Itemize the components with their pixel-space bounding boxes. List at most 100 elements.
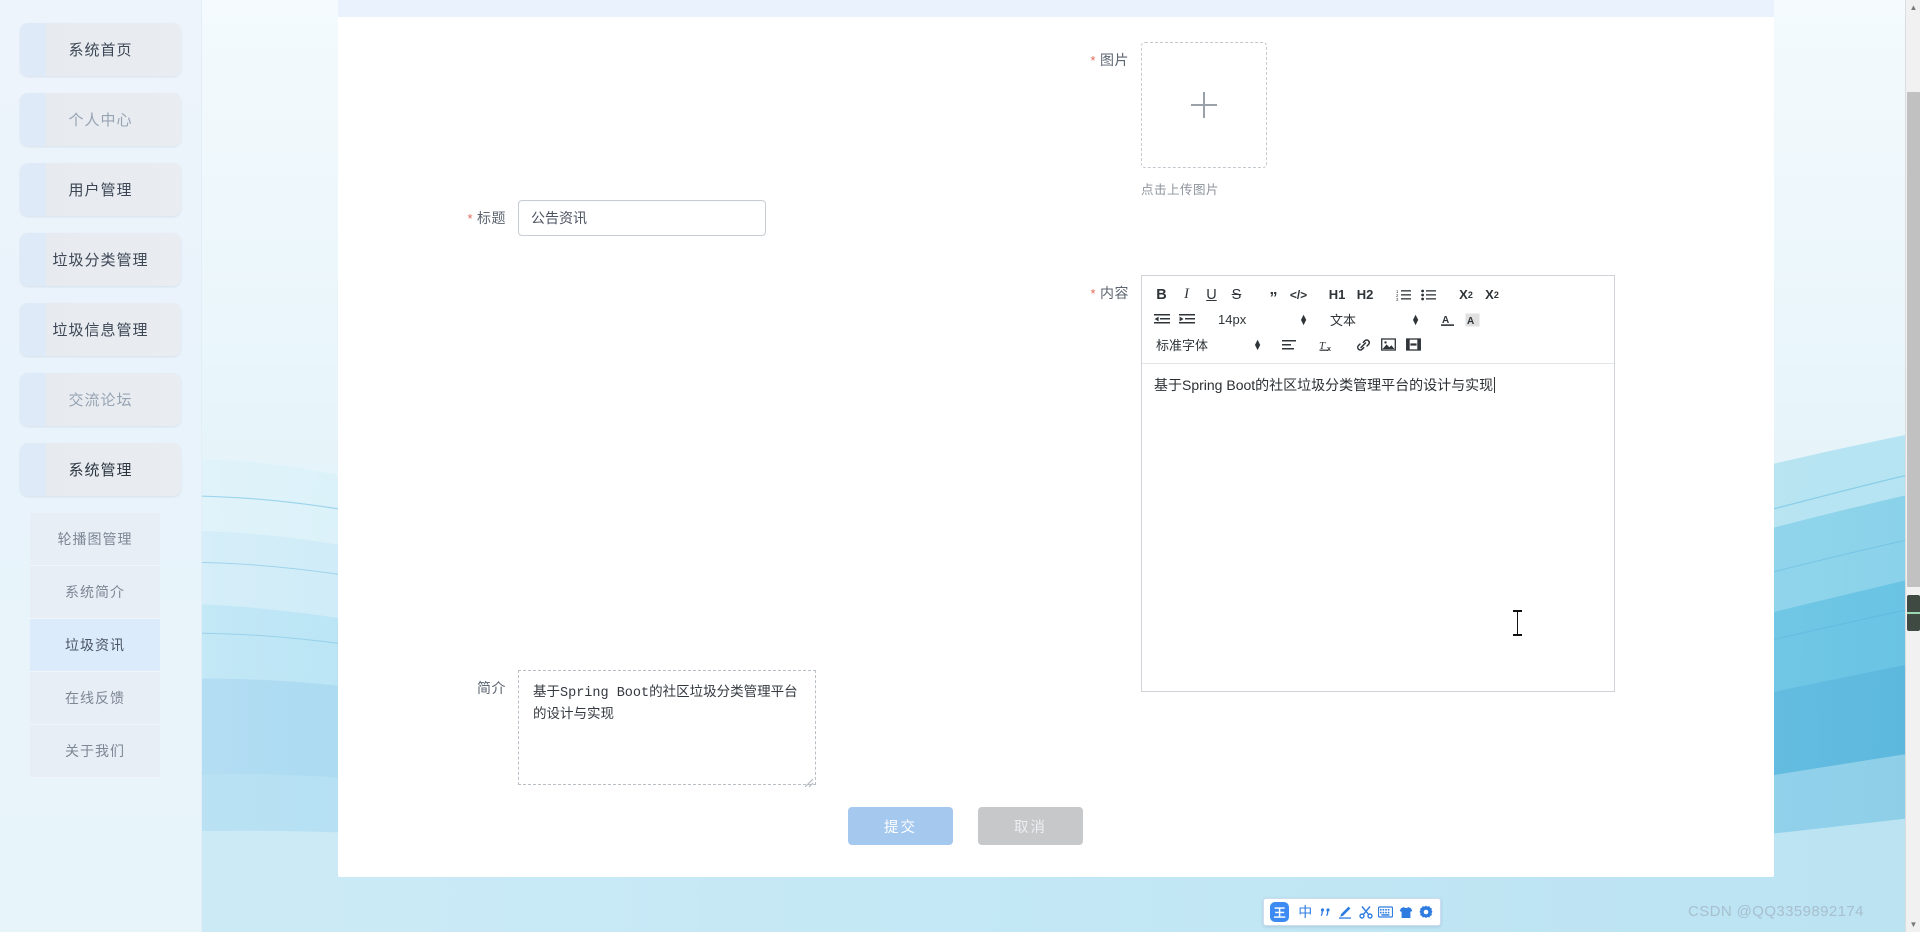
scrollbar-grip-handle[interactable] [1907, 595, 1920, 631]
sidebar-item-profile[interactable]: 个人中心 [20, 93, 181, 146]
heading-1-label: H1 [1328, 287, 1346, 302]
sidebar-item-label: 用户管理 [68, 182, 133, 199]
background-color-icon[interactable]: A [1461, 309, 1484, 331]
submenu-item-garbage-news[interactable]: 垃圾资讯 [30, 619, 160, 672]
upload-hint-text: 点击上传图片 [1141, 183, 1220, 197]
svg-text:x: x [1327, 346, 1331, 352]
submenu-item-feedback[interactable]: 在线反馈 [30, 672, 160, 725]
submenu-item-carousel[interactable]: 轮播图管理 [30, 513, 160, 566]
sidebar-item-label: 系统首页 [68, 42, 133, 59]
image-upload-box[interactable] [1141, 42, 1267, 168]
editor-content-area[interactable]: 基于Spring Boot的社区垃圾分类管理平台的设计与实现 [1142, 364, 1614, 691]
link-icon[interactable] [1352, 334, 1375, 356]
align-left-icon[interactable] [1278, 334, 1301, 356]
sidebar-item-label: 个人中心 [68, 112, 133, 129]
blockquote-icon[interactable]: ” [1262, 284, 1285, 306]
form-row-content: * 内容 B I U S ” </> H1 H2 123 X 2 X 2 14p… [1083, 275, 1615, 692]
submenu-item-label: 系统简介 [65, 584, 125, 600]
ime-floating-toolbar: 王 中 [1263, 898, 1441, 926]
cancel-button[interactable]: 取消 [978, 807, 1083, 845]
svg-text:3: 3 [1396, 297, 1399, 301]
strikethrough-icon[interactable]: S [1225, 284, 1248, 306]
form-row-image: * 图片 点击上传图片 [1083, 42, 1267, 198]
outdent-icon[interactable] [1150, 309, 1173, 331]
insert-video-icon[interactable] [1402, 334, 1425, 356]
font-size-select[interactable]: 14px ▲ ▼ [1212, 312, 1308, 327]
ime-skin-icon[interactable] [1396, 902, 1416, 923]
submenu-item-label: 轮播图管理 [57, 531, 133, 547]
text-style-value: 文本 [1330, 313, 1357, 328]
font-color-icon[interactable]: A [1436, 309, 1459, 331]
superscript-icon[interactable]: X2 [1480, 284, 1504, 306]
editor-toolbar-row-2: 14px ▲ ▼ 文本 ▲ ▼ A A [1150, 307, 1608, 332]
sidebar-item-garbage-category[interactable]: 垃圾分类管理 [20, 233, 181, 286]
form-row-title: * 标题 [448, 200, 766, 236]
form-actions: 提交 取消 [848, 807, 1083, 845]
required-marker: * [1090, 286, 1096, 301]
content-label: * 内容 [1083, 275, 1129, 303]
code-block-icon[interactable]: </> [1287, 284, 1310, 306]
font-size-value: 14px [1218, 312, 1247, 327]
sidebar: 系统首页 个人中心 用户管理 垃圾分类管理 垃圾信息管理 交流论坛 系统管理 轮… [0, 0, 202, 932]
ordered-list-icon[interactable]: 123 [1392, 284, 1415, 306]
ime-handwriting-icon[interactable] [1335, 902, 1355, 923]
editor-text: 基于Spring Boot的社区垃圾分类管理平台的设计与实现 [1154, 377, 1494, 393]
scroll-down-arrow-icon[interactable]: ▼ [1906, 917, 1920, 932]
sidebar-item-system-manage[interactable]: 系统管理 [20, 443, 181, 496]
indent-icon[interactable] [1175, 309, 1198, 331]
required-marker: * [1090, 53, 1096, 68]
chevron-updown-icon: ▲ ▼ [1253, 336, 1262, 352]
heading-1-icon[interactable]: H1 [1324, 284, 1350, 306]
brief-label-text: 简介 [477, 680, 506, 696]
content-label-text: 内容 [1100, 285, 1129, 301]
sidebar-item-label: 垃圾分类管理 [52, 252, 149, 269]
sidebar-item-label: 交流论坛 [68, 392, 133, 409]
title-label-text: 标题 [477, 210, 506, 226]
text-style-select[interactable]: 文本 ▲ ▼ [1324, 310, 1420, 329]
text-cursor-pointer [1513, 610, 1522, 636]
chevron-updown-icon: ▲ ▼ [1411, 311, 1420, 327]
title-input[interactable] [518, 200, 766, 236]
sidebar-item-user-manage[interactable]: 用户管理 [20, 163, 181, 216]
image-label: * 图片 [1083, 42, 1129, 70]
brief-textarea[interactable] [518, 670, 816, 785]
ime-punctuation-icon[interactable] [1315, 902, 1335, 923]
submenu-item-about-us[interactable]: 关于我们 [30, 725, 160, 778]
plus-icon [1191, 92, 1217, 118]
editor-toolbar-row-1: B I U S ” </> H1 H2 123 X 2 X 2 [1150, 282, 1608, 307]
bold-icon[interactable]: B [1150, 284, 1173, 306]
ime-logo-icon[interactable]: 王 [1270, 902, 1290, 922]
subscript-icon[interactable]: X2 [1454, 284, 1478, 306]
sidebar-item-garbage-info[interactable]: 垃圾信息管理 [20, 303, 181, 356]
italic-icon[interactable]: I [1175, 284, 1198, 306]
bullet-list-icon[interactable] [1417, 284, 1440, 306]
ime-chinese-mode-icon[interactable]: 中 [1295, 902, 1315, 923]
ime-soft-keyboard-icon[interactable] [1376, 902, 1396, 923]
scroll-up-arrow-icon[interactable]: ▲ [1906, 0, 1920, 15]
heading-2-icon[interactable]: H2 [1352, 284, 1378, 306]
sidebar-item-home[interactable]: 系统首页 [20, 23, 181, 76]
vertical-scrollbar[interactable]: ▲ ▼ [1905, 0, 1920, 932]
svg-text:A: A [1467, 316, 1474, 327]
heading-2-label: H2 [1356, 287, 1374, 302]
sidebar-item-label: 系统管理 [68, 462, 133, 479]
submenu-item-label: 在线反馈 [65, 690, 125, 706]
card-top-strip [338, 0, 1774, 17]
content-card: * 标题 * 图片 点击上传图片 * 内容 B I U S [338, 0, 1774, 877]
ime-screenshot-icon[interactable] [1356, 902, 1376, 923]
ime-settings-icon[interactable] [1416, 902, 1436, 923]
scrollbar-thumb[interactable] [1907, 92, 1920, 587]
submit-button[interactable]: 提交 [848, 807, 953, 845]
sidebar-item-forum[interactable]: 交流论坛 [20, 373, 181, 426]
underline-icon[interactable]: U [1200, 284, 1223, 306]
image-upload-wrapper: 点击上传图片 [1141, 42, 1267, 198]
clear-format-icon[interactable]: Tx [1315, 334, 1338, 356]
submenu-item-label: 关于我们 [65, 743, 125, 759]
required-marker: * [467, 211, 473, 226]
editor-toolbar: B I U S ” </> H1 H2 123 X 2 X 2 14px ▲ ▼… [1142, 276, 1614, 364]
brief-label: 简介 [448, 670, 506, 698]
insert-image-icon[interactable] [1377, 334, 1400, 356]
sidebar-item-label: 垃圾信息管理 [52, 322, 149, 339]
font-family-select[interactable]: 标准字体 ▲ ▼ [1150, 335, 1262, 354]
submenu-item-system-intro[interactable]: 系统简介 [30, 566, 160, 619]
